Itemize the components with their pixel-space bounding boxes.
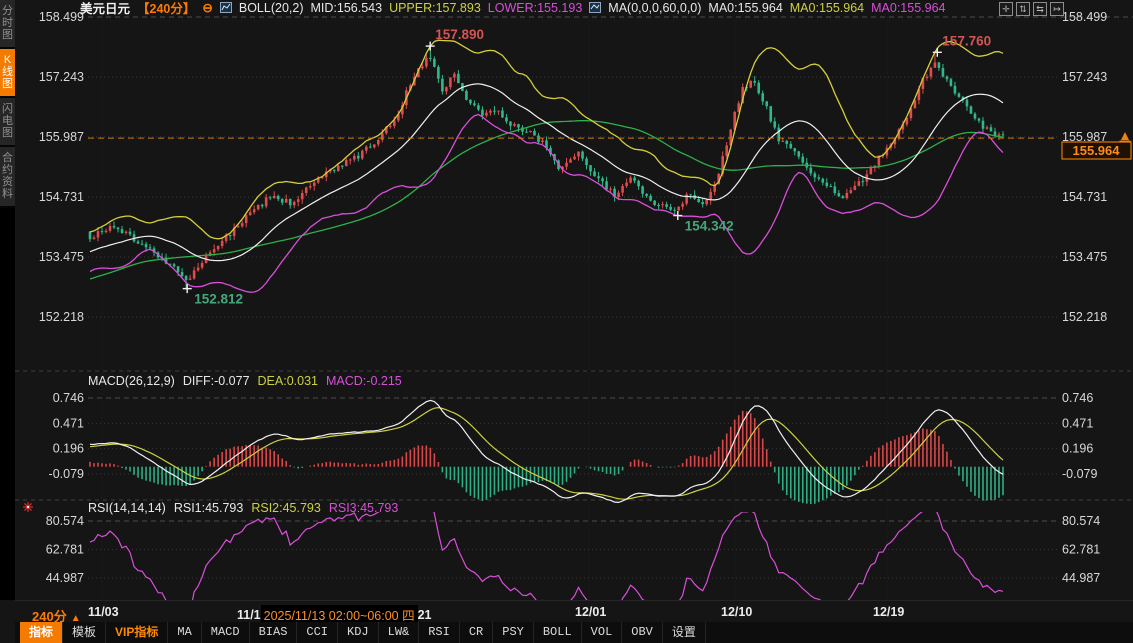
scale-x-axis-icon[interactable]: ⇆ [1033, 2, 1047, 16]
axis-label: 0.746 [1062, 391, 1093, 405]
rsi-1: RSI1:45.793 [174, 501, 244, 515]
toolbar-button-设置[interactable]: 设置 [663, 622, 706, 643]
shift-right-icon[interactable]: ↦ [1050, 2, 1064, 16]
axis-label: 157.243 [1062, 70, 1107, 84]
price-alert-icon [1121, 132, 1129, 140]
axis-label: 0.471 [1062, 416, 1093, 430]
time-label-partial: 11/1 [237, 608, 261, 622]
toolbar-button-指标[interactable]: 指标 [20, 622, 63, 643]
toolbar-button-VOL[interactable]: VOL [582, 622, 623, 643]
axis-label: 155.987 [39, 130, 84, 144]
axis-label: -0.079 [49, 467, 84, 481]
symbol-title: 美元日元 [80, 0, 130, 17]
indicator-toolbar: 指标模板VIP指标MAMACDBIASCCIKDJLW&RSICRPSYBOLL… [15, 622, 1133, 643]
toolbar-button-CR[interactable]: CR [460, 622, 493, 643]
sidebar-tab-1[interactable]: K线图 [0, 49, 15, 98]
axis-label: 152.218 [39, 310, 84, 324]
move-chart-icon[interactable]: ✛ [999, 2, 1013, 16]
axis-label: 80.574 [46, 514, 84, 528]
macd-dea: DEA:0.031 [258, 374, 318, 388]
axis-label: 44.987 [46, 571, 84, 585]
period-label: 【240分】 [137, 0, 195, 17]
ma0-white: MA0:155.964 [708, 1, 782, 15]
ma0-yellow: MA0:155.964 [790, 1, 864, 15]
axis-label: 154.731 [1062, 190, 1107, 204]
indicator-header-bar: 美元日元 【240分】 ⊖ BOLL(20,2) MID:156.543 UPP… [80, 0, 945, 15]
rsi-panel-header: RSI(14,14,14) RSI1:45.793 RSI2:45.793 RS… [88, 501, 398, 515]
boll-lower: LOWER:155.193 [488, 1, 583, 15]
rsi-2: RSI2:45.793 [251, 501, 321, 515]
time-label: 12/10 [721, 605, 752, 619]
price-annotation: 157.890 [426, 27, 484, 51]
macd-panel-header: MACD(26,12,9) DIFF:-0.077 DEA:0.031 MACD… [88, 374, 402, 388]
time-label: 11/03 [88, 605, 119, 619]
toolbar-button-LW&[interactable]: LW& [379, 622, 420, 643]
chart-tool-buttons: ✛⇅⇆↦ [999, 2, 1064, 16]
svg-text:157.760: 157.760 [942, 33, 991, 48]
axis-label: 0.196 [53, 442, 84, 456]
axis-label: 0.471 [53, 416, 84, 430]
boll-indicator-icon[interactable] [220, 2, 232, 13]
boll-mid-line [90, 84, 1003, 261]
chart-type-sidebar: 分时图K线图闪电图合约资料 [0, 0, 15, 600]
time-label-partial: 21 [418, 608, 432, 622]
rsi-3: RSI3:45.793 [329, 501, 399, 515]
axis-label: 157.243 [39, 70, 84, 84]
toolbar-button-KDJ[interactable]: KDJ [338, 622, 379, 643]
macd-name: MACD(26,12,9) [88, 374, 175, 388]
axis-label: 152.218 [1062, 310, 1107, 324]
marker-sun-icon [23, 502, 33, 512]
svg-text:152.812: 152.812 [194, 292, 243, 307]
toolbar-button-MA[interactable]: MA [168, 622, 201, 643]
axis-label: 80.574 [1062, 514, 1100, 528]
toolbar-button-BOLL[interactable]: BOLL [534, 622, 582, 643]
macd-diff: DIFF:-0.077 [183, 374, 250, 388]
sidebar-tab-0[interactable]: 分时图 [0, 0, 15, 49]
sidebar-tab-3[interactable]: 合约资料 [0, 147, 15, 208]
axis-label: 158.499 [39, 10, 84, 24]
toolbar-button-模板[interactable]: 模板 [63, 622, 106, 643]
toolbar-button-BIAS[interactable]: BIAS [250, 622, 298, 643]
svg-text:157.890: 157.890 [435, 27, 484, 42]
axis-label: 44.987 [1062, 571, 1100, 585]
price-annotation: 154.342 [673, 211, 733, 234]
toolbar-button-VIP指标[interactable]: VIP指标 [106, 622, 168, 643]
scale-y-axis-icon[interactable]: ⇅ [1016, 2, 1030, 16]
boll-name: BOLL(20,2) [239, 1, 304, 15]
toolbar-button-PSY[interactable]: PSY [493, 622, 534, 643]
time-label: 12/01 [575, 605, 606, 619]
ma-name: MA(0,0,0,60,0,0) [608, 1, 701, 15]
rsi-name: RSI(14,14,14) [88, 501, 166, 515]
toolbar-button-MACD[interactable]: MACD [202, 622, 250, 643]
boll-upper: UPPER:157.893 [389, 1, 481, 15]
axis-label: 62.781 [46, 542, 84, 556]
svg-text:154.342: 154.342 [685, 219, 734, 234]
time-axis-bar: 240分▲ 11/1 2025/11/13 02:00~06:00 四 21 1… [15, 600, 1133, 623]
axis-label: 153.475 [39, 250, 84, 264]
time-label: 12/19 [873, 605, 904, 619]
axis-label: 154.731 [39, 190, 84, 204]
boll-mid: MID:156.543 [310, 1, 382, 15]
sidebar-tab-2[interactable]: 闪电图 [0, 98, 15, 147]
period-collapse-icon[interactable]: ⊖ [202, 0, 212, 15]
ma-indicator-icon[interactable] [589, 2, 601, 13]
svg-text:155.964: 155.964 [1073, 143, 1121, 158]
axis-label: 158.499 [1062, 10, 1107, 24]
trading-app-window: 分时图K线图闪电图合约资料 美元日元 【240分】 ⊖ BOLL(20,2) M… [0, 0, 1133, 643]
axis-label: -0.079 [1062, 467, 1097, 481]
axis-label: 0.196 [1062, 442, 1093, 456]
toolbar-button-CCI[interactable]: CCI [297, 622, 338, 643]
macd-macd: MACD:-0.215 [326, 374, 402, 388]
ma0-magenta: MA0:155.964 [871, 1, 945, 15]
toolbar-button-RSI[interactable]: RSI [419, 622, 460, 643]
price-annotation: 157.760 [933, 33, 991, 57]
axis-label: 0.746 [53, 391, 84, 405]
axis-label: 62.781 [1062, 542, 1100, 556]
axis-label: 155.987 [1062, 130, 1107, 144]
toolbar-button-OBV[interactable]: OBV [622, 622, 663, 643]
axis-label: 153.475 [1062, 250, 1107, 264]
